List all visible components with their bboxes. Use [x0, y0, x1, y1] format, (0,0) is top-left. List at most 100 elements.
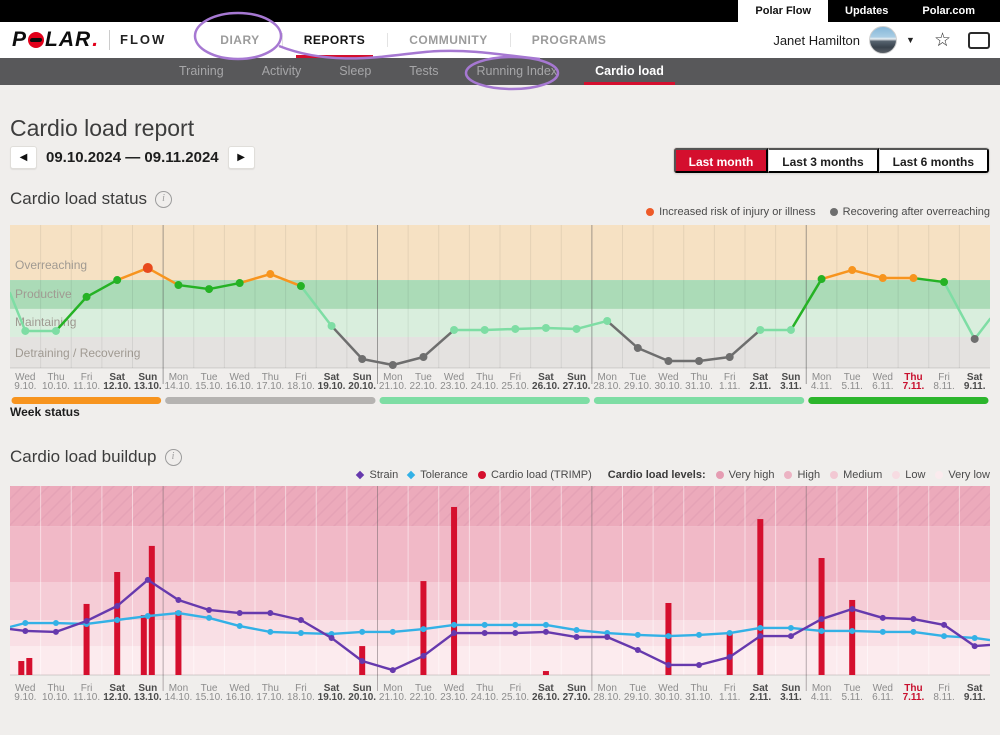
svg-text:27.10.: 27.10.: [563, 381, 591, 392]
nav-item-programs[interactable]: PROGRAMS: [510, 22, 629, 58]
flow-product-label[interactable]: FLOW: [109, 30, 166, 50]
info-icon[interactable]: i: [165, 449, 182, 466]
polar-flow-app: Polar FlowUpdatesPolar.com PLAR. FLOW DI…: [0, 0, 1000, 735]
avatar[interactable]: [869, 26, 897, 54]
legend-label: Recovering after overreaching: [843, 206, 990, 218]
svg-text:Overreaching: Overreaching: [15, 258, 87, 272]
svg-text:9.11.: 9.11.: [964, 692, 986, 703]
cardio-load-levels-label: Cardio load levels:: [608, 469, 706, 481]
cardio-load-buildup-chart[interactable]: Wed9.10.Thu10.10.Fri11.10.Sat12.10.Sun13…: [10, 486, 990, 704]
last-month-button[interactable]: Last month: [674, 148, 769, 173]
svg-text:29.10.: 29.10.: [624, 692, 652, 703]
subnav-item-activity[interactable]: Activity: [243, 58, 321, 85]
svg-text:31.10.: 31.10.: [685, 381, 713, 392]
last-3-months-button[interactable]: Last 3 months: [768, 148, 878, 173]
svg-text:13.10.: 13.10.: [134, 381, 162, 392]
subnav-item-tests[interactable]: Tests: [390, 58, 457, 85]
svg-text:Detraining / Recovering: Detraining / Recovering: [15, 346, 140, 360]
level-item-low: Low: [892, 469, 925, 481]
favorites-star-icon[interactable]: ☆: [934, 31, 951, 50]
svg-text:22.10.: 22.10.: [410, 381, 438, 392]
svg-text:9.10.: 9.10.: [14, 692, 36, 703]
legend-dot: [646, 208, 654, 216]
level-label: Very low: [948, 469, 990, 481]
svg-text:19.10.: 19.10.: [318, 692, 346, 703]
svg-text:18.10.: 18.10.: [287, 692, 315, 703]
svg-text:24.10.: 24.10.: [471, 692, 499, 703]
svg-text:11.10.: 11.10.: [73, 381, 100, 392]
nav-item-community[interactable]: COMMUNITY: [387, 22, 510, 58]
chevron-down-icon[interactable]: ▼: [906, 35, 915, 45]
main-nav: PLAR. FLOW DIARYREPORTSCOMMUNITYPROGRAMS…: [0, 22, 1000, 59]
top-black-bar: Polar FlowUpdatesPolar.com: [0, 0, 1000, 22]
svg-text:16.10.: 16.10.: [226, 692, 254, 703]
svg-text:15.10.: 15.10.: [195, 692, 223, 703]
svg-text:7.11.: 7.11.: [903, 692, 925, 703]
svg-text:14.10.: 14.10.: [165, 381, 193, 392]
svg-text:5.11.: 5.11.: [841, 381, 863, 392]
level-label: Very high: [729, 469, 775, 481]
svg-text:12.10.: 12.10.: [103, 692, 131, 703]
svg-text:2.11.: 2.11.: [749, 381, 771, 392]
last-6-months-button[interactable]: Last 6 months: [879, 148, 989, 173]
svg-text:28.10.: 28.10.: [593, 381, 621, 392]
svg-text:5.11.: 5.11.: [841, 692, 863, 703]
next-period-button[interactable]: ▶: [228, 146, 255, 169]
reports-subnav: TrainingActivitySleepTestsRunning IndexC…: [0, 58, 1000, 85]
level-item-medium: Medium: [830, 469, 882, 481]
svg-text:18.10.: 18.10.: [287, 381, 315, 392]
level-dot: [716, 471, 724, 479]
buildup-legend: StrainToleranceCardio load (TRIMP)Cardio…: [347, 469, 990, 481]
svg-text:10.10.: 10.10.: [42, 381, 70, 392]
svg-text:8.11.: 8.11.: [933, 692, 955, 703]
nav-item-reports[interactable]: REPORTS: [282, 22, 388, 58]
topbar-tab-polar-com[interactable]: Polar.com: [905, 0, 992, 22]
svg-text:27.10.: 27.10.: [563, 692, 591, 703]
feedback-chat-icon[interactable]: [968, 32, 990, 49]
svg-text:9.10.: 9.10.: [14, 381, 36, 392]
subnav-item-training[interactable]: Training: [160, 58, 243, 85]
polar-logo[interactable]: PLAR.: [12, 28, 99, 52]
svg-text:1.11.: 1.11.: [719, 381, 741, 392]
svg-text:14.10.: 14.10.: [165, 692, 193, 703]
svg-text:13.10.: 13.10.: [134, 692, 162, 703]
polar-logo-o: [28, 32, 44, 48]
legend-label: Tolerance: [420, 469, 468, 481]
svg-text:4.11.: 4.11.: [811, 381, 833, 392]
svg-text:17.10.: 17.10.: [256, 381, 284, 392]
info-icon[interactable]: i: [155, 191, 172, 208]
svg-text:2.11.: 2.11.: [749, 692, 771, 703]
polar-logo-dot: .: [92, 28, 99, 52]
legend-label: Cardio load (TRIMP): [491, 469, 592, 481]
legend-marker: [356, 471, 364, 479]
svg-text:23.10.: 23.10.: [440, 692, 468, 703]
page-title: Cardio load report: [10, 115, 194, 142]
topbar-tab-updates[interactable]: Updates: [828, 0, 905, 22]
top-site-tabs: Polar FlowUpdatesPolar.com: [738, 0, 992, 22]
level-item-very-high: Very high: [716, 469, 775, 481]
svg-text:22.10.: 22.10.: [410, 692, 438, 703]
nav-item-diary[interactable]: DIARY: [198, 22, 281, 58]
buildup-section-heading: Cardio load buildup i: [10, 447, 182, 467]
svg-text:12.10.: 12.10.: [103, 381, 131, 392]
user-name[interactable]: Janet Hamilton: [773, 33, 860, 48]
svg-text:4.11.: 4.11.: [811, 692, 833, 703]
legend-dot: [830, 208, 838, 216]
svg-text:25.10.: 25.10.: [501, 692, 529, 703]
subnav-item-sleep[interactable]: Sleep: [320, 58, 390, 85]
svg-text:3.11.: 3.11.: [780, 381, 802, 392]
cardio-load-status-chart[interactable]: OverreachingProductiveMaintainingDetrain…: [10, 225, 990, 410]
date-range-selector: ◀ 09.10.2024 — 09.11.2024 ▶: [10, 146, 255, 169]
svg-text:Productive: Productive: [15, 287, 72, 301]
svg-text:20.10.: 20.10.: [348, 381, 376, 392]
previous-period-button[interactable]: ◀: [10, 146, 37, 169]
subnav-item-running-index[interactable]: Running Index: [457, 58, 576, 85]
date-range-text: 09.10.2024 — 09.11.2024: [46, 149, 219, 166]
subnav-item-cardio-load[interactable]: Cardio load: [576, 58, 683, 85]
topbar-tab-polar-flow[interactable]: Polar Flow: [738, 0, 828, 22]
svg-text:17.10.: 17.10.: [256, 692, 284, 703]
svg-text:25.10.: 25.10.: [501, 381, 529, 392]
svg-text:19.10.: 19.10.: [318, 381, 346, 392]
level-label: Medium: [843, 469, 882, 481]
svg-text:21.10.: 21.10.: [379, 692, 407, 703]
